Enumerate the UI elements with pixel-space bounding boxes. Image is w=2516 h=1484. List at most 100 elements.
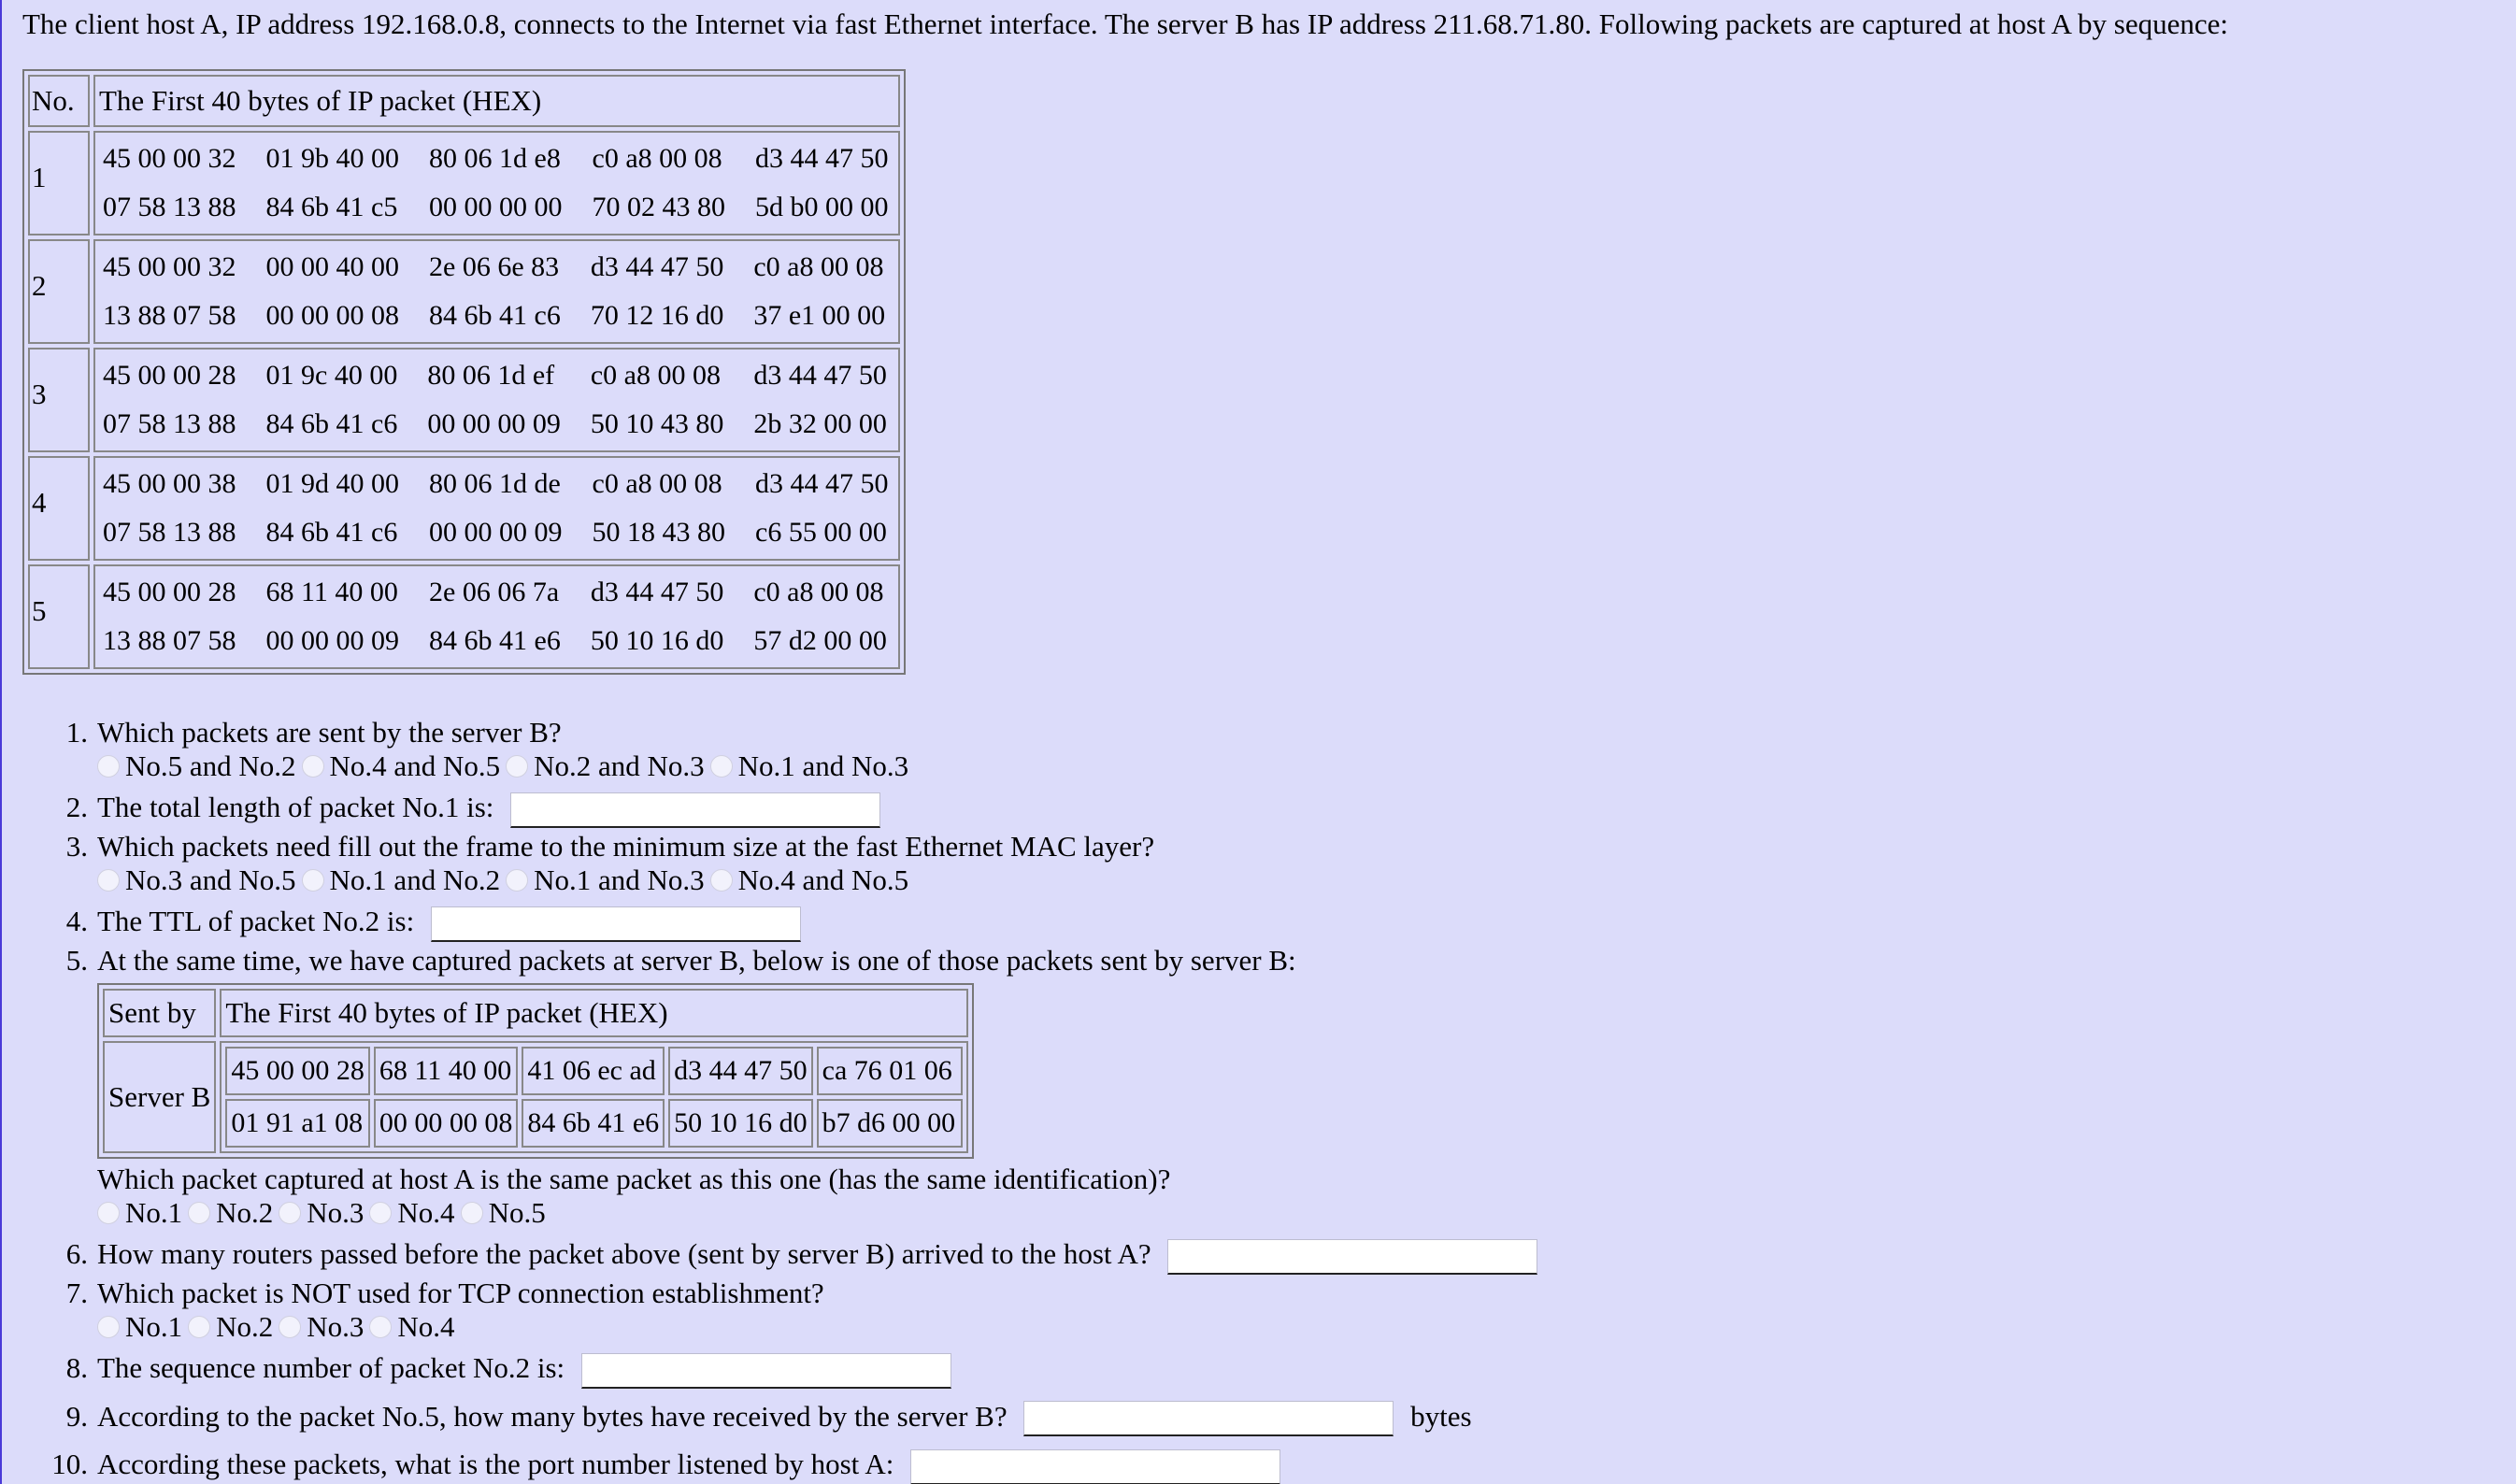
radio-button[interactable] [506,755,529,778]
server-packet-table: Sent by The First 40 bytes of IP packet … [97,982,975,1159]
radio-button[interactable] [709,755,733,778]
hex-line: 07 58 13 88 84 6b 41 c6 00 00 00 09 50 18 4… [99,510,894,555]
question-text: Which packet is NOT used for TCP connect… [97,1276,824,1309]
hex-cell: 45 00 00 32 01 9b 40 00 80 06 1d e8 c0 a8 0… [93,131,900,235]
unit-label: bytes [1410,1399,1472,1433]
hex-word: d3 44 47 50 [668,1046,813,1095]
radio-button[interactable] [188,1315,211,1338]
hex-line: 45 00 00 28 68 11 40 00 2e 06 06 7a d3 44 4… [99,570,893,615]
radio-option[interactable]: No.4 [369,1196,455,1230]
header-bytes: The First 40 bytes of IP packet (HEX) [93,75,900,127]
radio-option[interactable]: No.2 [188,1196,273,1230]
radio-option[interactable]: No.1 and No.2 [301,863,500,897]
radio-button[interactable] [279,1201,302,1224]
question-number: 10. [51,1448,88,1481]
answer-input[interactable] [1167,1238,1538,1275]
answer-input[interactable] [510,792,881,828]
hex-word: 00 00 00 09 [265,625,400,656]
answer-input[interactable] [430,906,801,942]
question-text: According to the packet No.5, how many b… [97,1399,1008,1433]
hex-line: 45 00 00 38 01 9d 40 00 80 06 1d de c0 a8 0… [99,462,894,507]
radio-option[interactable]: No.1 and No.3 [506,863,705,897]
hex-grid: 45 00 00 32 00 00 40 00 2e 06 6e 83 d3 44 4… [95,241,894,342]
hex-word: 68 11 40 00 [265,577,398,607]
radio-option[interactable]: No.1 and No.3 [709,749,909,783]
hex-word: 00 00 40 00 [265,251,400,282]
question-10: 10. According these packets, what is the… [37,1448,2467,1484]
radio-option[interactable]: No.3 [279,1310,364,1344]
packet-number: 3 [28,348,90,452]
radio-button[interactable] [369,1201,393,1224]
hex-word: 50 10 16 d0 [668,1098,813,1148]
radio-button[interactable] [460,1201,483,1224]
radio-button[interactable] [506,868,529,892]
hex-grid: 45 00 00 28 68 11 40 00 41 06 ec ad d3 44 4… [222,1043,966,1151]
packet-table: No. The First 40 bytes of IP packet (HEX… [22,69,906,675]
hex-word: 50 10 16 d0 [590,625,724,656]
radio-option[interactable]: No.2 [188,1310,273,1344]
hex-word: 45 00 00 28 [103,360,236,391]
hex-word: 01 9c 40 00 [265,360,398,391]
radio-option[interactable]: No.1 [97,1196,182,1230]
hex-cell: 45 00 00 28 68 11 40 00 2e 06 06 7a d3 44 4… [93,564,900,669]
question-4: 4. The TTL of packet No.2 is: [37,905,2467,942]
hex-word: ca 76 01 06 [816,1046,964,1095]
radio-option[interactable]: No.4 and No.5 [709,863,908,897]
hex-line: 01 91 a1 08 00 00 00 08 84 6b 41 e6 50 10 1… [225,1098,964,1148]
hex-word: 00 00 00 09 [427,408,561,439]
hex-word: c0 a8 00 08 [592,468,722,499]
hex-word: b7 d6 00 00 [816,1098,964,1148]
hex-word: 84 6b 41 c5 [265,192,398,222]
hex-cell: 45 00 00 38 01 9d 40 00 80 06 1d de c0 a8 0… [93,456,900,561]
answer-input[interactable] [910,1449,1281,1484]
radio-label: No.1 and No.3 [737,749,909,782]
radio-button[interactable] [709,868,733,892]
hex-cell: 45 00 00 32 00 00 40 00 2e 06 6e 83 d3 44 4… [93,239,900,344]
question-subtext: Which packet captured at host A is the s… [97,1162,1171,1195]
radio-button[interactable] [369,1315,393,1338]
radio-option[interactable]: No.3 [279,1196,364,1230]
hex-cell: 45 00 00 28 01 9c 40 00 80 06 1d ef c0 a8 0… [93,348,900,452]
radio-button[interactable] [97,1201,120,1224]
hex-word: 80 06 1d de [429,468,561,499]
radio-option[interactable]: No.5 [460,1196,546,1230]
packet-number: 5 [28,564,90,669]
radio-label: No.1 [125,1309,183,1343]
question-number: 5. [65,943,88,977]
radio-button[interactable] [97,868,120,892]
radio-label: No.3 [307,1195,365,1229]
radio-button[interactable] [188,1201,211,1224]
radio-option[interactable]: No.1 [97,1310,182,1344]
hex-word: 01 9d 40 00 [265,468,400,499]
question-1: 1. Which packets are sent by the server … [37,716,2467,785]
radio-button[interactable] [97,1315,120,1338]
hex-word: 01 91 a1 08 [225,1098,370,1148]
answer-input[interactable] [1023,1401,1394,1437]
radio-option[interactable]: No.2 and No.3 [506,749,705,783]
hex-cell: 45 00 00 28 68 11 40 00 41 06 ec ad d3 44 4… [220,1040,969,1153]
radio-button[interactable] [301,755,324,778]
question-9: 9. According to the packet No.5, how man… [37,1400,2467,1437]
radio-button[interactable] [97,755,120,778]
question-2: 2. The total length of packet No.1 is: [37,791,2467,828]
hex-word: 00 00 00 08 [373,1098,519,1148]
radio-option[interactable]: No.4 and No.5 [301,749,500,783]
hex-word: 68 11 40 00 [373,1046,519,1095]
packet-row: 2 45 00 00 32 00 00 40 00 2e 06 6e 83 d3 44 … [28,239,900,344]
radio-group: No.3 and No.5 No.1 and No.2 No.1 and No.3 N… [97,863,2467,899]
hex-word: 84 6b 41 e6 [429,625,561,656]
hex-line: 13 88 07 58 00 00 00 08 84 6b 41 c6 70 12 1… [99,293,891,338]
radio-button[interactable] [279,1315,302,1338]
hex-word: 07 58 13 88 [103,408,236,439]
question-number: 8. [65,1350,88,1384]
packet-row: 3 45 00 00 28 01 9c 40 00 80 06 1d ef c0 a8 … [28,348,900,452]
packet-row: 5 45 00 00 28 68 11 40 00 2e 06 06 7a d3 44 … [28,564,900,669]
radio-option[interactable]: No.5 and No.2 [97,749,296,783]
radio-group: No.1 No.2 No.3 No.4 No.5 [97,1196,2467,1232]
radio-option[interactable]: No.3 and No.5 [97,863,296,897]
hex-word: 84 6b 41 c6 [265,517,398,548]
header-no: No. [28,75,90,127]
answer-input[interactable] [580,1352,951,1389]
radio-button[interactable] [301,868,324,892]
radio-option[interactable]: No.4 [369,1310,455,1344]
